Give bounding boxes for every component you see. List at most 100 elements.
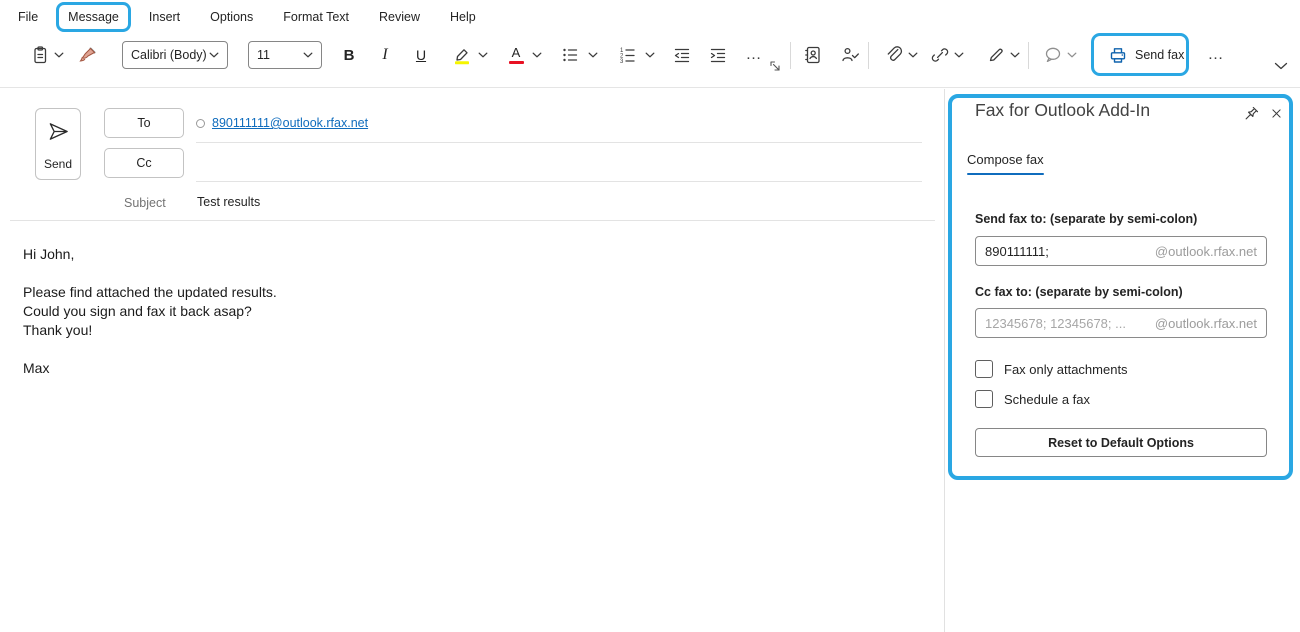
send-fax-to-input[interactable]: 890111111; @outlook.rfax.net — [975, 236, 1267, 266]
send-fax-to-value: 890111111; — [985, 244, 1049, 259]
chevron-down-icon — [303, 52, 313, 58]
menu-help[interactable]: Help — [438, 0, 488, 33]
menu-format-text[interactable]: Format Text — [271, 0, 361, 33]
menu-insert[interactable]: Insert — [137, 0, 192, 33]
ribbon: Calibri (Body) 11 B I U A — [0, 33, 1300, 88]
to-field-underline — [196, 142, 922, 143]
header-body-divider — [10, 220, 935, 221]
panel-divider — [944, 89, 945, 632]
check-names-button[interactable] — [834, 40, 866, 70]
cc-fax-to-suffix: @outlook.rfax.net — [1155, 316, 1257, 331]
ribbon-separator — [790, 42, 791, 69]
collapse-ribbon-button[interactable] — [1274, 57, 1288, 75]
font-color-icon: A — [509, 46, 524, 64]
body-line: Max — [23, 359, 913, 378]
font-size-value: 11 — [257, 48, 270, 62]
clipboard-icon — [30, 45, 50, 65]
decrease-indent-button[interactable] — [666, 40, 698, 70]
numbered-list-icon: 1 2 3 — [617, 45, 637, 65]
close-panel-button[interactable] — [1265, 102, 1287, 124]
fax-only-attachments-checkbox[interactable] — [975, 360, 993, 378]
reset-to-default-button[interactable]: Reset to Default Options — [975, 428, 1267, 457]
pin-panel-button[interactable] — [1240, 102, 1262, 124]
font-name-select[interactable]: Calibri (Body) — [122, 41, 228, 69]
subject-label: Subject — [124, 196, 166, 210]
fax-only-attachments-label: Fax only attachments — [1004, 362, 1128, 377]
address-book-icon — [803, 45, 823, 65]
chevron-down-icon — [645, 52, 655, 58]
send-fax-button[interactable]: Send fax — [1100, 40, 1192, 70]
address-book-button[interactable] — [797, 40, 829, 70]
format-painter-icon — [78, 45, 98, 65]
schedule-fax-label: Schedule a fax — [1004, 392, 1090, 407]
signature-dropdown[interactable] — [1008, 40, 1022, 70]
svg-text:3: 3 — [620, 59, 624, 65]
bullet-list-dropdown[interactable] — [586, 40, 600, 70]
chevron-down-icon — [1010, 52, 1020, 58]
decrease-indent-icon — [672, 45, 692, 65]
ribbon-separator — [868, 42, 869, 69]
font-color-button[interactable]: A — [500, 40, 532, 70]
check-names-icon — [840, 45, 860, 65]
font-name-value: Calibri (Body) — [131, 48, 207, 62]
panel-title: Fax for Outlook Add-In — [975, 100, 1150, 121]
dialog-launcher-button[interactable] — [770, 59, 781, 77]
tab-compose-fax[interactable]: Compose fax — [967, 152, 1044, 175]
body-line — [23, 264, 913, 283]
menu-file[interactable]: File — [6, 0, 50, 33]
paste-dropdown[interactable] — [52, 40, 66, 70]
chevron-down-icon — [908, 52, 918, 58]
menu-options[interactable]: Options — [198, 0, 265, 33]
recipient-chip[interactable]: 890111111@outlook.rfax.net — [196, 116, 368, 130]
body-line: Please find attached the updated results… — [23, 283, 913, 302]
increase-indent-button[interactable] — [702, 40, 734, 70]
bold-button[interactable]: B — [333, 40, 365, 70]
font-color-dropdown[interactable] — [530, 40, 544, 70]
more-formatting-button[interactable]: … — [738, 40, 770, 70]
cc-fax-to-input[interactable]: 12345678; 12345678; ... @outlook.rfax.ne… — [975, 308, 1267, 338]
font-size-select[interactable]: 11 — [248, 41, 322, 69]
paper-plane-icon — [47, 120, 70, 143]
fax-only-attachments-row: Fax only attachments — [975, 360, 1128, 378]
ribbon-more-button[interactable]: … — [1200, 40, 1232, 70]
menu-bar: File Message Insert Options Format Text … — [0, 0, 1300, 33]
subject-field[interactable]: Test results — [197, 195, 260, 209]
message-body[interactable]: Hi John, Please find attached the update… — [23, 245, 913, 378]
outlook-compose-window: File Message Insert Options Format Text … — [0, 0, 1300, 632]
ribbon-separator — [1028, 42, 1029, 69]
highlight-button[interactable] — [446, 40, 478, 70]
pushpin-icon — [1243, 105, 1260, 122]
increase-indent-icon — [708, 45, 728, 65]
attach-file-dropdown[interactable] — [906, 40, 920, 70]
close-icon — [1270, 107, 1283, 120]
chevron-down-icon — [209, 52, 219, 58]
send-fax-to-label: Send fax to: (separate by semi-colon) — [975, 212, 1197, 226]
format-painter-button[interactable] — [72, 40, 104, 70]
highlight-dropdown[interactable] — [476, 40, 490, 70]
chevron-down-icon — [478, 52, 488, 58]
to-button[interactable]: To — [104, 108, 184, 138]
chevron-down-icon — [588, 52, 598, 58]
numbered-list-dropdown[interactable] — [643, 40, 657, 70]
recipient-email-link[interactable]: 890111111@outlook.rfax.net — [212, 116, 368, 130]
menu-review[interactable]: Review — [367, 0, 432, 33]
cc-button[interactable]: Cc — [104, 148, 184, 178]
insert-link-dropdown[interactable] — [952, 40, 966, 70]
body-line: Could you sign and fax it back asap? — [23, 302, 913, 321]
italic-button[interactable]: I — [369, 40, 401, 70]
send-button[interactable]: Send — [35, 108, 81, 180]
numbered-list-button[interactable]: 1 2 3 — [611, 40, 643, 70]
send-button-label: Send — [44, 157, 72, 171]
underline-button[interactable]: U — [405, 40, 437, 70]
cc-fax-to-label: Cc fax to: (separate by semi-colon) — [975, 285, 1183, 299]
fax-icon — [1108, 45, 1128, 65]
body-line: Hi John, — [23, 245, 913, 264]
send-fax-label: Send fax — [1135, 48, 1184, 62]
menu-message[interactable]: Message — [56, 0, 131, 33]
highlighter-icon — [452, 45, 472, 65]
pen-icon — [986, 45, 1006, 65]
chevron-down-icon — [1067, 52, 1077, 58]
schedule-fax-checkbox[interactable] — [975, 390, 993, 408]
bullet-list-button[interactable] — [554, 40, 586, 70]
comment-dropdown[interactable] — [1065, 40, 1079, 70]
